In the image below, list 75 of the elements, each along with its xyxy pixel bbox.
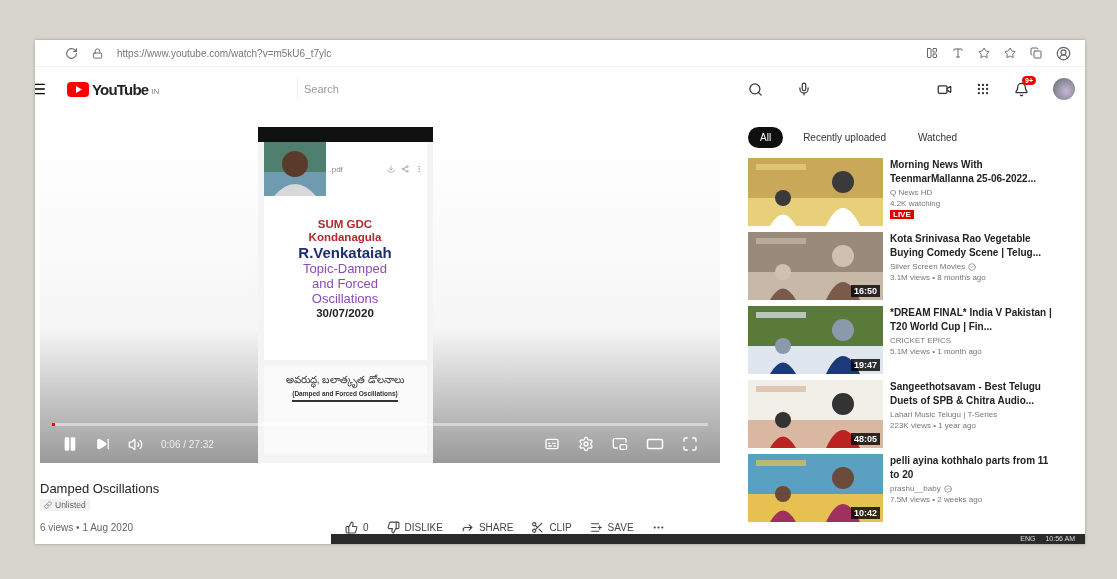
video-stats: 5.1M views • 1 month ago bbox=[890, 347, 983, 356]
video-stats: 223K views • 1 year ago bbox=[890, 421, 977, 430]
progress-track[interactable] bbox=[52, 423, 708, 426]
visibility-tag: Unlisted bbox=[40, 499, 90, 511]
verified-icon bbox=[943, 484, 952, 493]
notifications-icon[interactable] bbox=[1014, 81, 1029, 97]
tabs-icon[interactable] bbox=[1030, 47, 1042, 59]
video-stats: 7.5M views • 2 weeks ago bbox=[890, 495, 984, 504]
slide-text: Kondanagula bbox=[308, 231, 382, 245]
video-link[interactable]: Kota Srinivasa Rao Vegetable Buying Comedy Scene | Telug... bbox=[890, 232, 1055, 260]
search-icon[interactable] bbox=[748, 81, 763, 97]
video-stats: 4.2K watching bbox=[890, 199, 942, 208]
video-link[interactable]: Sangeethotsavam - Best Telugu Duets of SPB & Chitra Audio... bbox=[890, 380, 1055, 408]
slide-text: SUM GDC bbox=[317, 218, 373, 232]
link-icon bbox=[44, 501, 52, 509]
play-logo-icon bbox=[67, 81, 89, 97]
duration-label: 16:50 bbox=[850, 285, 880, 297]
slide-text: R.Venkataiah bbox=[298, 244, 392, 262]
slide-text: 30/07/2020 bbox=[316, 306, 374, 320]
lock-icon[interactable] bbox=[92, 47, 103, 59]
letter-icon[interactable] bbox=[952, 47, 964, 59]
video-link[interactable]: *DREAM FINAL* India V Pakistan | T20 World Cup | Fin... bbox=[890, 306, 1055, 334]
share-icon bbox=[460, 521, 474, 534]
channel-name: CRICKET EPICS bbox=[890, 336, 952, 345]
avatar[interactable] bbox=[1053, 78, 1075, 100]
volume-icon[interactable] bbox=[128, 436, 143, 452]
duration-label: 48:05 bbox=[850, 433, 880, 445]
address-bar[interactable]: https://www.youtube.com/watch?v=m5kU6_t7ylc bbox=[117, 47, 332, 59]
slide-text: and Forced bbox=[312, 276, 378, 292]
video-title: Damped Oscillations bbox=[40, 481, 161, 496]
region-label: IN bbox=[151, 86, 160, 96]
menu-icon[interactable] bbox=[35, 81, 47, 97]
channel-name: Silver Screen Movies bbox=[890, 262, 966, 271]
file-name: .pdf bbox=[329, 164, 343, 174]
dislike-icon bbox=[386, 521, 400, 534]
note-title: అవరుద్ధ, బలాత్కృత డోలనాలు bbox=[285, 374, 405, 388]
video-link[interactable]: pelli ayina kothhalo parts from 11 to 20 bbox=[890, 454, 1055, 482]
like-icon bbox=[345, 521, 358, 534]
slide-text: Oscillations bbox=[311, 291, 379, 307]
next-icon[interactable] bbox=[96, 437, 110, 451]
miniplayer-icon[interactable] bbox=[612, 436, 628, 452]
apps-icon[interactable] bbox=[976, 82, 990, 96]
video-stats: 3.1M views • 8 months ago bbox=[890, 273, 987, 282]
verified-icon bbox=[968, 262, 977, 271]
mic-icon[interactable] bbox=[797, 82, 811, 96]
star-icon[interactable] bbox=[978, 47, 990, 59]
channel-name: Q News HD bbox=[890, 188, 933, 197]
clip-icon bbox=[531, 521, 545, 534]
save-icon bbox=[589, 521, 603, 534]
like-button[interactable]: 0 bbox=[345, 521, 369, 534]
profile-icon[interactable] bbox=[1056, 45, 1071, 61]
slide-text: Topic-Damped bbox=[303, 261, 387, 277]
time-display: 0:06 / 27:32 bbox=[161, 438, 214, 450]
fullscreen-icon[interactable] bbox=[682, 436, 698, 452]
filter-chip[interactable]: All bbox=[748, 127, 784, 148]
logo-text[interactable]: YouTube bbox=[92, 80, 149, 98]
dislike-button[interactable]: DISLIKE bbox=[386, 521, 443, 534]
reload-icon[interactable] bbox=[65, 46, 78, 60]
save-button[interactable]: SAVE bbox=[589, 521, 634, 534]
duration-label: 19:47 bbox=[850, 359, 880, 371]
share-button[interactable]: SHARE bbox=[460, 521, 514, 534]
settings-icon[interactable] bbox=[578, 436, 594, 452]
captions-icon[interactable] bbox=[544, 436, 560, 452]
pause-icon[interactable] bbox=[62, 436, 78, 452]
duration-label: 10:42 bbox=[850, 507, 880, 519]
share-icon[interactable] bbox=[400, 165, 409, 173]
channel-name: prashu__baby bbox=[890, 484, 941, 493]
view-stats: 6 views • 1 Aug 2020 bbox=[40, 522, 134, 533]
panel-icon[interactable] bbox=[926, 47, 938, 59]
video-link[interactable]: Morning News With TeenmarMallanna 25-06-2022... bbox=[890, 158, 1055, 186]
channel-name: Lahari Music Telugu | T-Series bbox=[890, 410, 998, 419]
clip-button[interactable]: CLIP bbox=[531, 521, 572, 534]
star-icon[interactable] bbox=[1004, 47, 1016, 59]
live-badge: LIVE bbox=[890, 210, 914, 219]
download-icon[interactable] bbox=[386, 165, 395, 173]
